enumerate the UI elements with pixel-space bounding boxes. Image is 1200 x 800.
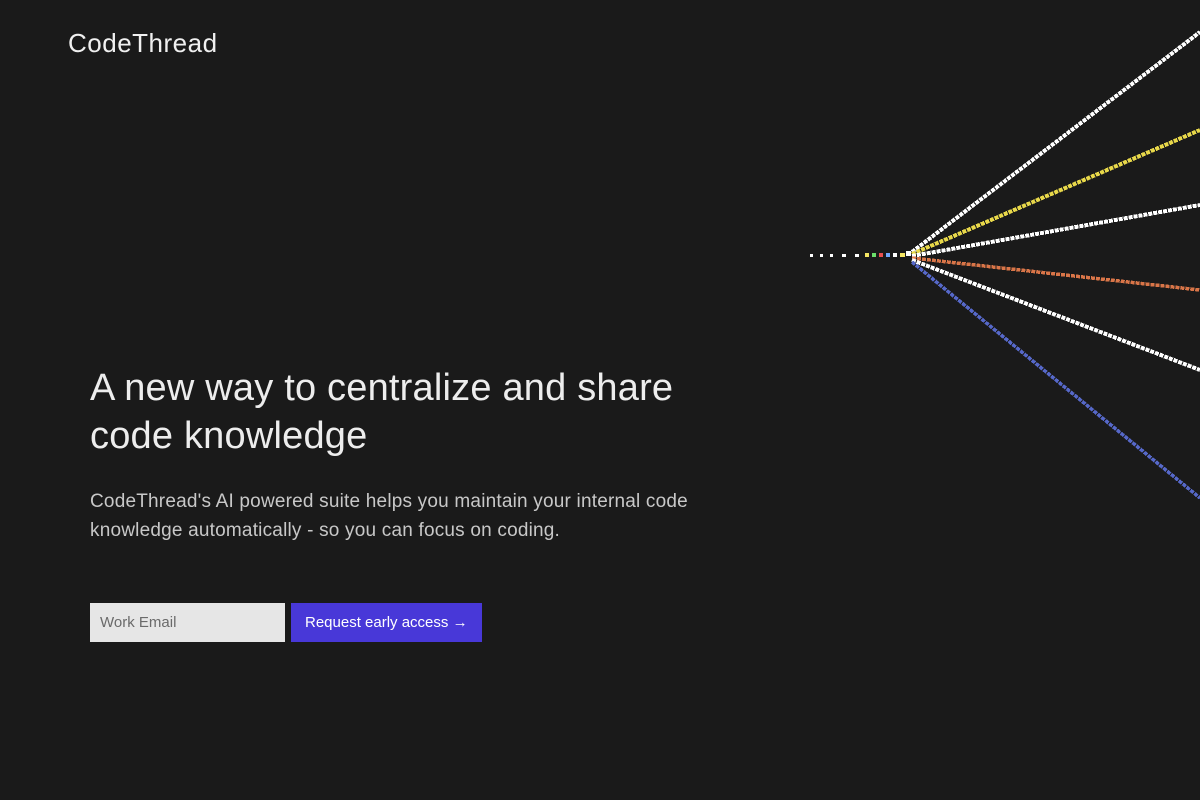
request-access-button[interactable]: Request early access → xyxy=(291,603,482,642)
prism-graphic xyxy=(800,30,1200,530)
email-field[interactable] xyxy=(90,603,285,642)
cta-label: Request early access → xyxy=(305,614,468,631)
hero-section: A new way to centralize and share code k… xyxy=(90,365,750,642)
early-access-form: Request early access → xyxy=(90,603,750,642)
hero-subtitle: CodeThread's AI powered suite helps you … xyxy=(90,488,750,545)
hero-title: A new way to centralize and share code k… xyxy=(90,365,750,460)
brand-logo: CodeThread xyxy=(68,28,218,59)
